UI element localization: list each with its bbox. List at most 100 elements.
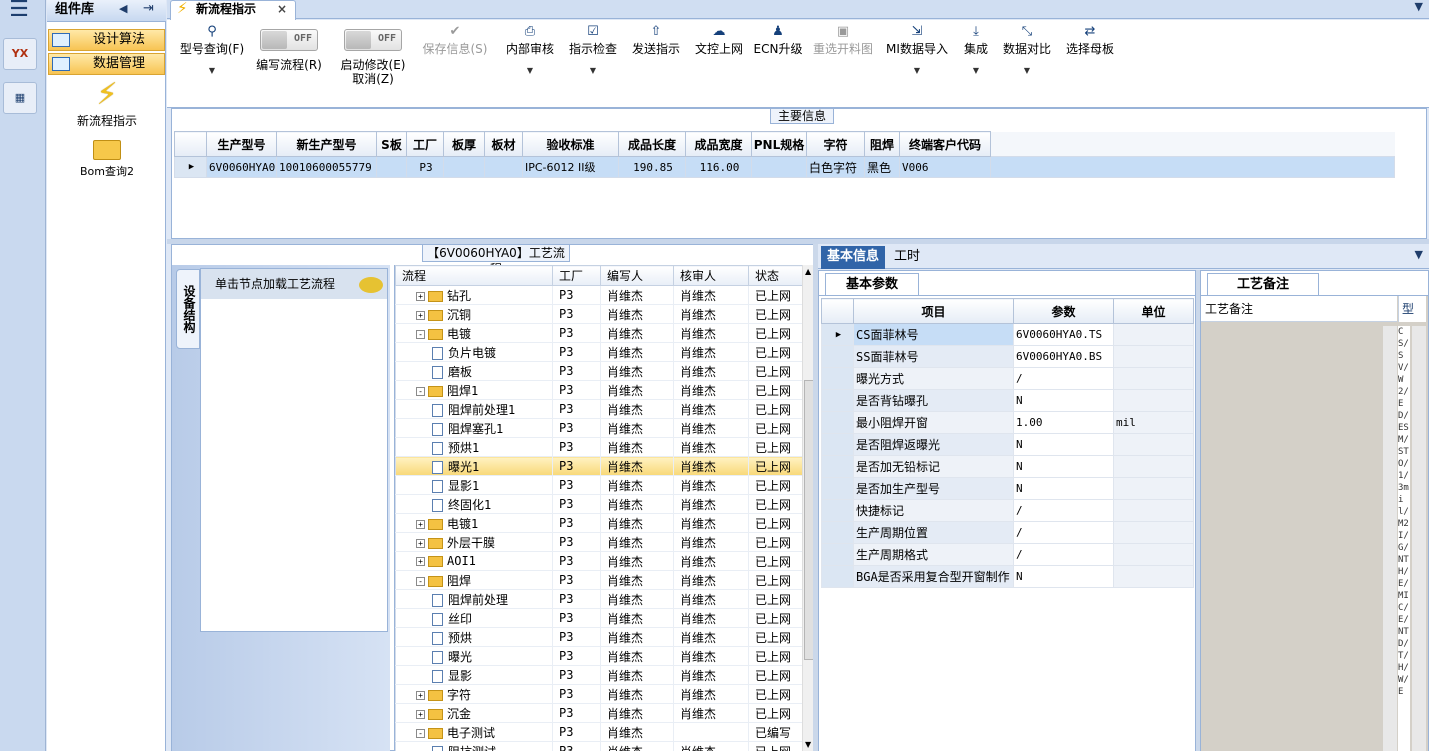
tree-cell-name[interactable]: 阻焊前处理1 bbox=[395, 399, 553, 419]
row-header[interactable] bbox=[821, 543, 854, 566]
item-new-process[interactable]: ⚡ 新流程指示 bbox=[57, 78, 157, 129]
tree-cell-name[interactable]: + 钻孔 bbox=[395, 285, 553, 305]
tree-cell-factory[interactable]: P3 bbox=[552, 380, 601, 400]
tree-cell-name[interactable]: 阻焊前处理 bbox=[395, 589, 553, 609]
send-instruction-button[interactable]: ⇧ 发送指示 bbox=[627, 20, 685, 106]
exit-icon[interactable]: ⇥ bbox=[143, 1, 154, 16]
save-info-button[interactable]: ✔ 保存信息(S) bbox=[417, 20, 493, 106]
chevron-down-icon[interactable]: ▼ bbox=[175, 66, 249, 75]
mi-data-import-button[interactable]: ⇲ MI数据导入 ▼ bbox=[883, 20, 951, 106]
tree-cell-reviewer[interactable]: 肖维杰 bbox=[673, 418, 749, 438]
tree-cell-factory[interactable]: P3 bbox=[552, 570, 601, 590]
param-row[interactable]: 是否背钻曝孔 N bbox=[821, 389, 1194, 412]
tree-cell-writer[interactable]: 肖维杰 bbox=[600, 589, 674, 609]
tab-work-hours[interactable]: 工时 bbox=[894, 246, 920, 267]
toggle-switch[interactable]: OFF bbox=[260, 29, 318, 51]
row-header[interactable] bbox=[821, 345, 854, 368]
param-value-field[interactable]: 6V0060HYA0.BS bbox=[1013, 345, 1114, 368]
column-header[interactable]: 新生产型号 bbox=[276, 131, 377, 157]
table-cell[interactable] bbox=[376, 156, 407, 178]
tree-cell-writer[interactable]: 肖维杰 bbox=[600, 741, 674, 751]
tree-cell-name[interactable]: 显影1 bbox=[395, 475, 553, 495]
tree-cell-status[interactable]: 已上网 bbox=[748, 475, 803, 495]
tree-cell-name[interactable]: + 沉铜 bbox=[395, 304, 553, 324]
tree-row[interactable]: 终固化1 P3 肖维杰 肖维杰 已上网 bbox=[395, 494, 803, 514]
tree-cell-name[interactable]: 曝光1 bbox=[395, 456, 553, 476]
row-header[interactable] bbox=[821, 565, 854, 588]
tree-cell-reviewer[interactable]: 肖维杰 bbox=[673, 494, 749, 514]
tree-cell-factory[interactable]: P3 bbox=[552, 627, 601, 647]
select-mother-board-button[interactable]: ⇄ 选择母板 bbox=[1061, 20, 1119, 106]
tree-cell-factory[interactable]: P3 bbox=[552, 437, 601, 457]
column-header[interactable]: 工艺备注 bbox=[1201, 296, 1397, 322]
tree-cell-writer[interactable]: 肖维杰 bbox=[600, 703, 674, 723]
tree-cell-writer[interactable]: 肖维杰 bbox=[600, 399, 674, 419]
chevron-down-icon[interactable]: ▼ bbox=[1415, 248, 1423, 261]
tree-row[interactable]: 阻焊塞孔1 P3 肖维杰 肖维杰 已上网 bbox=[395, 418, 803, 438]
tree-cell-status[interactable]: 已上网 bbox=[748, 494, 803, 514]
tree-cell-writer[interactable]: 肖维杰 bbox=[600, 285, 674, 305]
column-header[interactable]: 工厂 bbox=[552, 265, 601, 286]
param-value-field[interactable]: 6V0060HYA0.TS bbox=[1013, 323, 1114, 346]
tree-cell-status[interactable]: 已上网 bbox=[748, 513, 803, 533]
tree-row[interactable]: - 阻焊1 P3 肖维杰 肖维杰 已上网 bbox=[395, 380, 803, 400]
param-value-field[interactable]: N bbox=[1013, 433, 1114, 456]
tree-cell-reviewer[interactable]: 肖维杰 bbox=[673, 342, 749, 362]
tree-cell-writer[interactable]: 肖维杰 bbox=[600, 304, 674, 324]
param-value-field[interactable]: / bbox=[1013, 543, 1114, 566]
column-header[interactable]: 板厚 bbox=[443, 131, 485, 157]
tree-cell-reviewer[interactable]: 肖维杰 bbox=[673, 684, 749, 704]
param-row[interactable]: SS面菲林号 6V0060HYA0.BS bbox=[821, 345, 1194, 368]
param-row[interactable]: BGA是否采用复合型开窗制作 N bbox=[821, 565, 1194, 588]
chevron-down-icon[interactable]: ▼ bbox=[999, 66, 1055, 75]
tree-row[interactable]: 曝光1 P3 肖维杰 肖维杰 已上网 bbox=[395, 456, 803, 476]
tree-cell-factory[interactable]: P3 bbox=[552, 722, 601, 742]
tree-cell-factory[interactable]: P3 bbox=[552, 741, 601, 751]
param-value-field[interactable]: N bbox=[1013, 455, 1114, 478]
param-value-field[interactable]: 1.00 bbox=[1013, 411, 1114, 434]
tree-cell-factory[interactable]: P3 bbox=[552, 551, 601, 571]
toggle-switch[interactable]: OFF bbox=[344, 29, 402, 51]
collapse-icon[interactable]: - bbox=[416, 386, 425, 396]
tree-cell-status[interactable]: 已上网 bbox=[748, 304, 803, 324]
param-value-field[interactable]: N bbox=[1013, 389, 1114, 412]
collapse-icon[interactable]: - bbox=[416, 329, 425, 339]
tree-cell-status[interactable]: 已上网 bbox=[748, 608, 803, 628]
chevron-down-icon[interactable]: ▼ bbox=[955, 66, 997, 75]
tree-row[interactable]: + 电镀1 P3 肖维杰 肖维杰 已上网 bbox=[395, 513, 803, 533]
param-value-field[interactable]: N bbox=[1013, 565, 1114, 588]
param-row[interactable]: 生产周期位置 / bbox=[821, 521, 1194, 544]
tree-cell-factory[interactable]: P3 bbox=[552, 418, 601, 438]
table-cell[interactable]: V006 bbox=[899, 156, 991, 178]
cancel-label[interactable]: 取消(Z) bbox=[335, 72, 411, 86]
tree-cell-reviewer[interactable]: 肖维杰 bbox=[673, 513, 749, 533]
row-selector-icon[interactable]: ▶ bbox=[174, 156, 207, 178]
start-modify-toggle[interactable]: OFF 启动修改(E) 取消(Z) bbox=[335, 20, 411, 106]
write-process-toggle[interactable]: OFF 编写流程(R) bbox=[251, 20, 327, 106]
tree-cell-status[interactable]: 已上网 bbox=[748, 627, 803, 647]
ecn-upgrade-button[interactable]: ♟ ECN升级 bbox=[752, 20, 804, 106]
scroll-up-icon[interactable]: ▲ bbox=[805, 267, 811, 276]
tree-cell-factory[interactable]: P3 bbox=[552, 513, 601, 533]
row-header[interactable] bbox=[821, 411, 854, 434]
tree-cell-status[interactable]: 已上网 bbox=[748, 589, 803, 609]
tree-cell-name[interactable]: 显影 bbox=[395, 665, 553, 685]
tree-cell-name[interactable]: 阻抗测试 bbox=[395, 741, 553, 751]
tree-cell-status[interactable]: 已上网 bbox=[748, 380, 803, 400]
tree-cell-status[interactable]: 已上网 bbox=[748, 570, 803, 590]
row-header[interactable] bbox=[821, 499, 854, 522]
tree-cell-status[interactable]: 已上网 bbox=[748, 532, 803, 552]
tree-row[interactable]: 显影 P3 肖维杰 肖维杰 已上网 bbox=[395, 665, 803, 685]
tree-cell-reviewer[interactable]: 肖维杰 bbox=[673, 646, 749, 666]
tree-cell-writer[interactable]: 肖维杰 bbox=[600, 722, 674, 742]
tree-cell-writer[interactable]: 肖维杰 bbox=[600, 608, 674, 628]
tree-cell-factory[interactable]: P3 bbox=[552, 304, 601, 324]
data-compare-button[interactable]: ⤡ 数据对比 ▼ bbox=[999, 20, 1055, 106]
tree-cell-reviewer[interactable]: 肖维杰 bbox=[673, 570, 749, 590]
tree-cell-reviewer[interactable] bbox=[673, 722, 749, 742]
tree-row[interactable]: - 电镀 P3 肖维杰 肖维杰 已上网 bbox=[395, 323, 803, 343]
tree-cell-factory[interactable]: P3 bbox=[552, 608, 601, 628]
tree-cell-reviewer[interactable]: 肖维杰 bbox=[673, 741, 749, 751]
vertical-scrollbar[interactable] bbox=[1412, 326, 1426, 751]
item-bom-query[interactable]: Bom查询2 bbox=[57, 134, 157, 179]
